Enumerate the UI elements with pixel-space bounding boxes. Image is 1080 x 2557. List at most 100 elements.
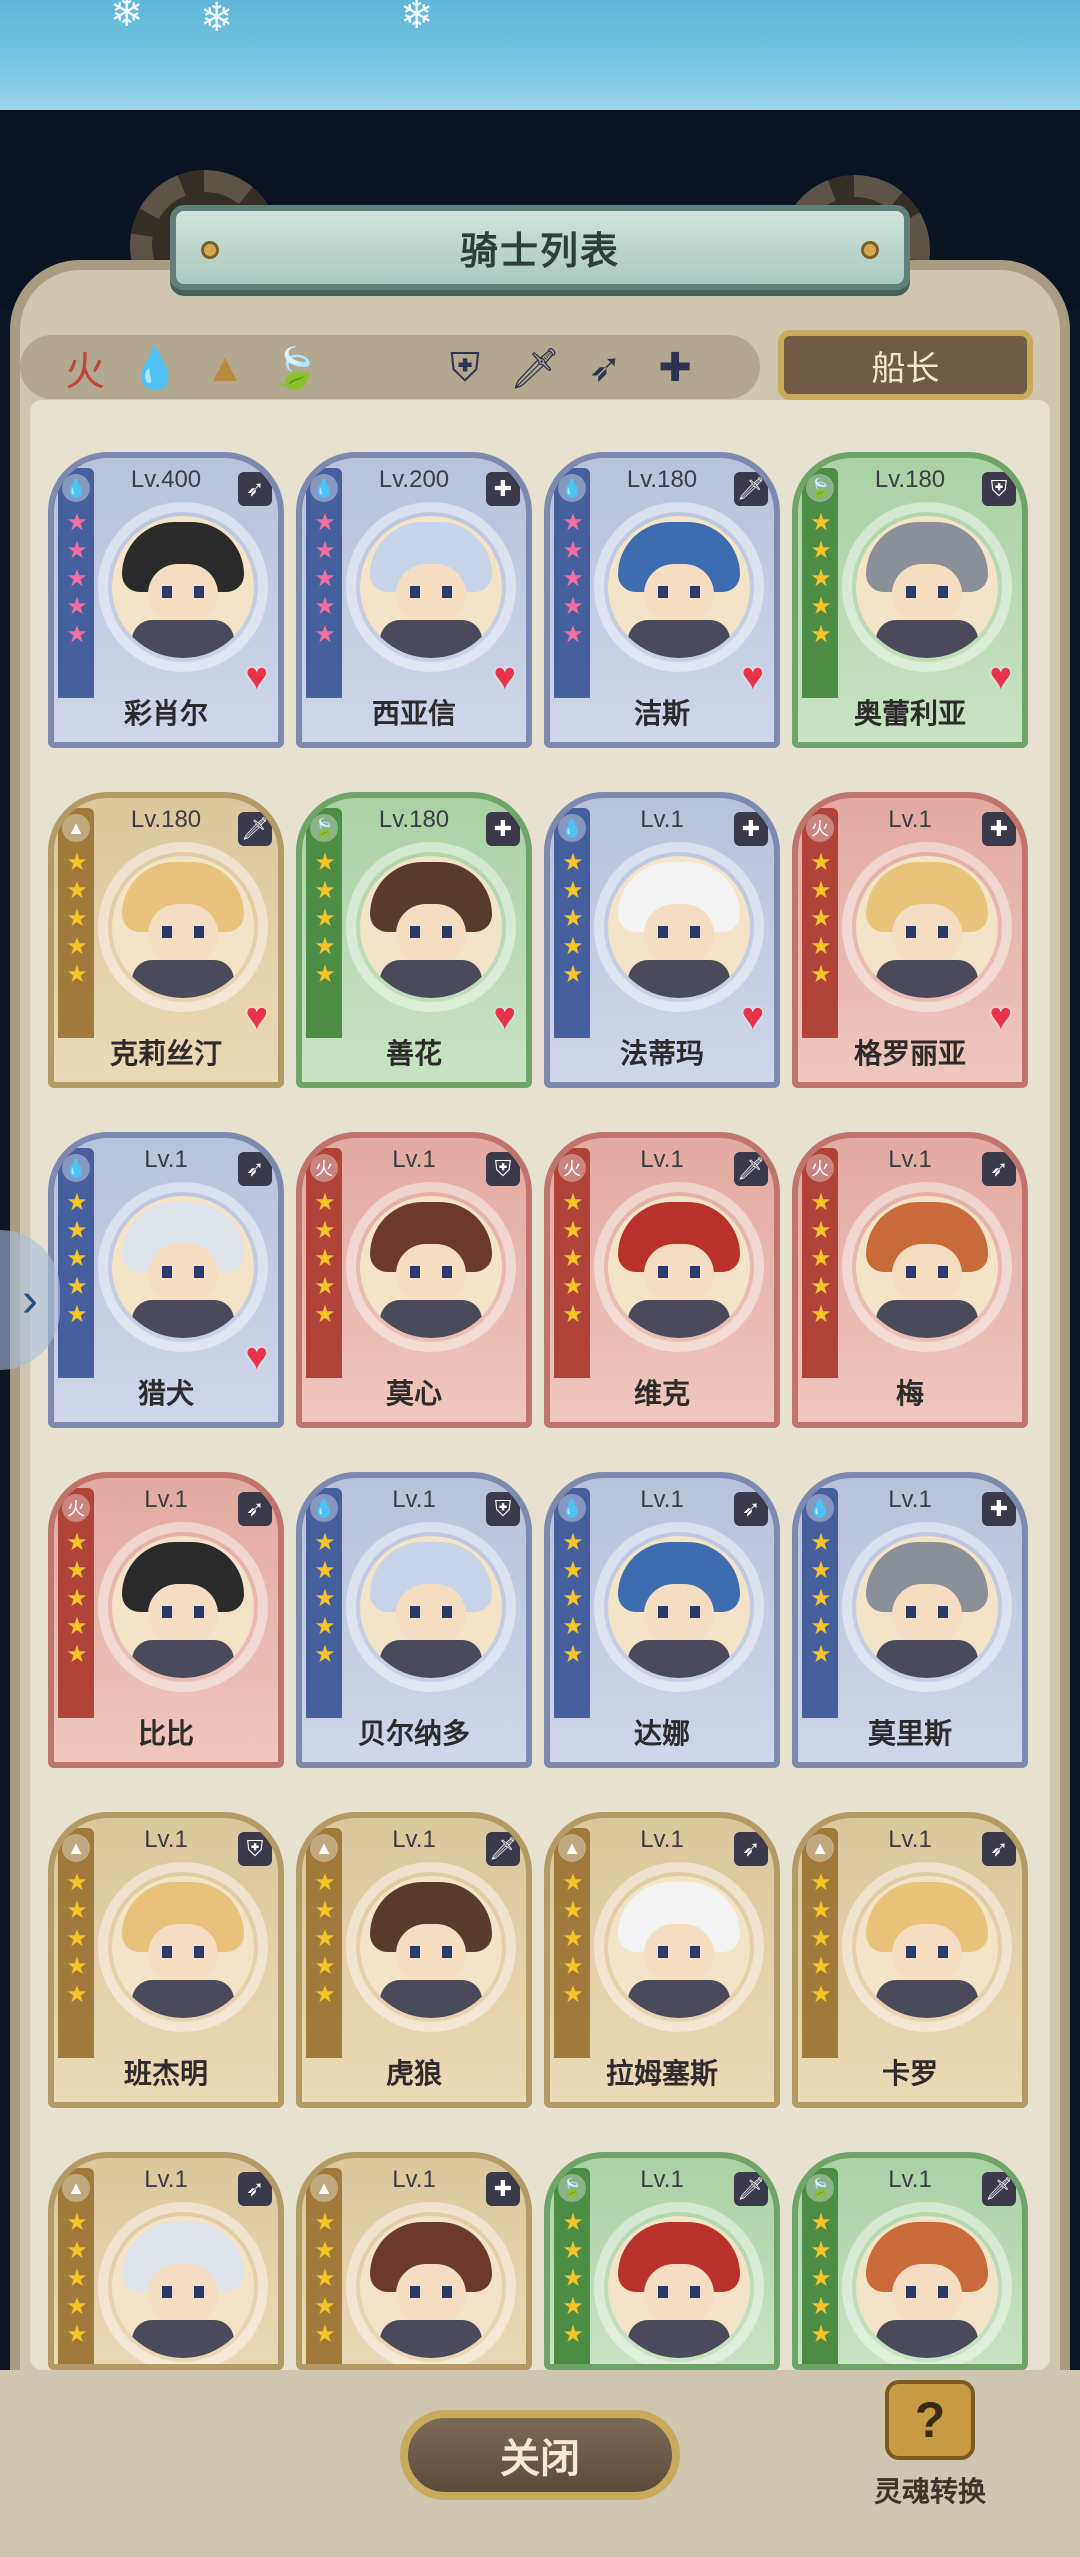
- knight-card[interactable]: Lv.1 💧 ★★★★★ ➶ ♥ 猎犬: [48, 1132, 284, 1428]
- earth-filter-icon[interactable]: ▲: [200, 343, 250, 393]
- element-icon: 💧: [806, 1494, 834, 1522]
- knight-name: 格罗丽亚: [853, 1038, 966, 1069]
- knight-card[interactable]: Lv.200 💧 ★★★★★ ✚ ♥ 西亚信: [296, 452, 532, 748]
- captain-button[interactable]: 船长: [778, 330, 1033, 400]
- knight-card[interactable]: Lv.1 ▲ ★★★★★ ➶ 拉姆塞斯: [544, 1812, 780, 2108]
- knight-card[interactable]: Lv.1 ▲ ★★★★★ ➶ 卡罗: [792, 1812, 1028, 2108]
- element-icon: 💧: [558, 814, 586, 842]
- star-rating-icon: ★★★★★: [559, 508, 586, 648]
- sword-class-icon: 🗡: [486, 1832, 520, 1866]
- element-icon: 💧: [558, 474, 586, 502]
- snowflake-icon: ❄: [400, 0, 434, 37]
- knight-portrait: [112, 1196, 254, 1338]
- star-ribbon: 🍃 ★★★★★: [802, 2168, 838, 2364]
- sword-class-icon: 🗡: [982, 2172, 1016, 2206]
- element-icon: 火: [310, 1154, 338, 1182]
- soul-conversion-button[interactable]: ? 灵魂转换: [860, 2380, 1000, 2530]
- star-rating-icon: ★★★★★: [63, 1188, 90, 1328]
- knight-card[interactable]: Lv.1 ▲ ★★★★★ ➶: [48, 2152, 284, 2370]
- element-icon: 💧: [310, 474, 338, 502]
- knight-card[interactable]: Lv.1 火 ★★★★★ 🗡 维克: [544, 1132, 780, 1428]
- water-filter-icon[interactable]: 💧: [130, 343, 180, 393]
- star-rating-icon: ★★★★★: [807, 1188, 834, 1328]
- knight-card[interactable]: Lv.180 ▲ ★★★★★ 🗡 ♥ 克莉丝汀: [48, 792, 284, 1088]
- knight-name: 班杰明: [123, 2058, 208, 2089]
- knight-card[interactable]: Lv.1 ▲ ★★★★★ ✚: [296, 2152, 532, 2370]
- bow-class-icon: ➶: [982, 1152, 1016, 1186]
- knight-card[interactable]: Lv.1 💧 ★★★★★ ⛨ 贝尔纳多: [296, 1472, 532, 1768]
- close-button[interactable]: 关闭: [400, 2410, 680, 2500]
- filter-bar: 火 💧 ▲ 🍃 ⛨ 🗡 ➶ ✚: [20, 335, 760, 399]
- knight-card[interactable]: Lv.180 🍃 ★★★★★ ⛨ ♥ 奥蕾利亚: [792, 452, 1028, 748]
- knight-card[interactable]: Lv.180 🍃 ★★★★★ ✚ ♥ 善花: [296, 792, 532, 1088]
- element-icon: 火: [62, 1494, 90, 1522]
- bow-filter-icon[interactable]: ➶: [580, 343, 630, 393]
- knight-portrait: [360, 1876, 502, 2018]
- fire-filter-icon[interactable]: 火: [60, 343, 110, 394]
- element-icon: 🍃: [806, 2174, 834, 2202]
- star-rating-icon: ★★★★★: [311, 2208, 338, 2348]
- knight-portrait: [112, 1536, 254, 1678]
- star-ribbon: 火 ★★★★★: [802, 808, 838, 1038]
- knight-portrait: [112, 1876, 254, 2018]
- knight-name: 虎狼: [385, 2058, 442, 2089]
- knight-portrait: [112, 856, 254, 998]
- knight-card[interactable]: Lv.180 💧 ★★★★★ 🗡 ♥ 洁斯: [544, 452, 780, 748]
- element-icon: 💧: [558, 1494, 586, 1522]
- shield-class-icon: ⛨: [238, 1832, 272, 1866]
- star-ribbon: 💧 ★★★★★: [58, 1148, 94, 1378]
- shield-class-icon: ⛨: [486, 1152, 520, 1186]
- knight-card[interactable]: Lv.400 💧 ★★★★★ ➶ ♥ 彩肖尔: [48, 452, 284, 748]
- knight-portrait: [608, 516, 750, 658]
- support-class-icon: ✚: [982, 812, 1016, 846]
- star-rating-icon: ★★★★★: [807, 848, 834, 988]
- shield-class-icon: ⛨: [982, 472, 1016, 506]
- knight-portrait: [856, 1536, 998, 1678]
- sword-filter-icon[interactable]: 🗡: [510, 343, 561, 393]
- star-ribbon: 🍃 ★★★★★: [802, 468, 838, 698]
- star-ribbon: 火 ★★★★★: [306, 1148, 342, 1378]
- star-rating-icon: ★★★★★: [311, 1188, 338, 1328]
- knight-card[interactable]: Lv.1 ▲ ★★★★★ ⛨ 班杰明: [48, 1812, 284, 2108]
- knight-card[interactable]: Lv.1 火 ★★★★★ ➶ 梅: [792, 1132, 1028, 1428]
- knight-name: 贝尔纳多: [357, 1718, 470, 1749]
- knight-card[interactable]: Lv.1 火 ★★★★★ ⛨ 莫心: [296, 1132, 532, 1428]
- knight-name: 奥蕾利亚: [853, 698, 966, 729]
- knight-portrait: [608, 1536, 750, 1678]
- star-rating-icon: ★★★★★: [559, 1528, 586, 1668]
- knight-name: 猎犬: [137, 1378, 194, 1409]
- grass-filter-icon[interactable]: 🍃: [270, 343, 320, 393]
- bow-class-icon: ➶: [238, 2172, 272, 2206]
- bow-class-icon: ➶: [238, 1492, 272, 1526]
- soul-conversion-label: 灵魂转换: [873, 2476, 986, 2507]
- knight-card[interactable]: Lv.1 ▲ ★★★★★ 🗡 虎狼: [296, 1812, 532, 2108]
- knight-card[interactable]: Lv.1 🍃 ★★★★★ 🗡: [792, 2152, 1028, 2370]
- knight-card[interactable]: Lv.1 💧 ★★★★★ ✚ 莫里斯: [792, 1472, 1028, 1768]
- star-rating-icon: ★★★★★: [63, 1868, 90, 2008]
- support-filter-icon[interactable]: ✚: [650, 343, 700, 393]
- knight-card[interactable]: Lv.1 💧 ★★★★★ ✚ ♥ 法蒂玛: [544, 792, 780, 1088]
- element-icon: ▲: [62, 2174, 90, 2202]
- star-rating-icon: ★★★★★: [807, 2208, 834, 2348]
- knight-card[interactable]: Lv.1 🍃 ★★★★★ 🗡: [544, 2152, 780, 2370]
- support-class-icon: ✚: [982, 1492, 1016, 1526]
- knight-portrait: [856, 1196, 998, 1338]
- knight-name: 西亚信: [371, 698, 456, 729]
- star-ribbon: 💧 ★★★★★: [554, 808, 590, 1038]
- knight-card[interactable]: Lv.1 火 ★★★★★ ➶ 比比: [48, 1472, 284, 1768]
- knight-name: 善花: [385, 1038, 442, 1069]
- knight-card[interactable]: Lv.1 💧 ★★★★★ ➶ 达娜: [544, 1472, 780, 1768]
- knight-portrait: [608, 2216, 750, 2358]
- shield-filter-icon[interactable]: ⛨: [440, 343, 490, 393]
- star-ribbon: 💧 ★★★★★: [802, 1488, 838, 1718]
- knight-portrait: [360, 1196, 502, 1338]
- knight-name: 莫里斯: [867, 1718, 952, 1749]
- knight-name: 彩肖尔: [123, 698, 208, 729]
- star-rating-icon: ★★★★★: [807, 508, 834, 648]
- knight-card[interactable]: Lv.1 火 ★★★★★ ✚ ♥ 格罗丽亚: [792, 792, 1028, 1088]
- element-icon: ▲: [62, 814, 90, 842]
- knight-name: 克莉丝汀: [109, 1038, 222, 1069]
- knight-portrait: [360, 516, 502, 658]
- knight-name: 卡罗: [881, 2058, 938, 2089]
- star-rating-icon: ★★★★★: [63, 1528, 90, 1668]
